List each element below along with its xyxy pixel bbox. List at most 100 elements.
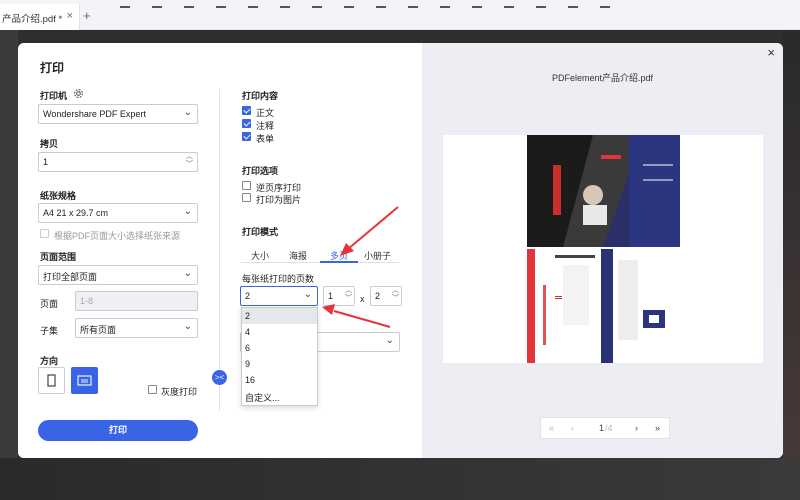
print-dialog: 打印 打印机 Wondershare PDF Expert ⌄ 拷贝 1 ︿ ﹀ … xyxy=(18,43,783,458)
toolbar-icons xyxy=(120,0,680,8)
chevron-down-icon: ⌄ xyxy=(183,206,192,217)
first-page-icon[interactable]: « xyxy=(549,423,554,433)
last-page-icon[interactable]: » xyxy=(655,423,660,433)
dialog-title: 打印 xyxy=(40,61,65,75)
background-document xyxy=(0,30,18,500)
page-range-value: 打印全部页面 xyxy=(43,272,98,282)
copies-value: 1 xyxy=(43,157,49,167)
app-tab-bar: 产品介绍.pdf * × + xyxy=(0,0,800,30)
preview-thumbnail-text: Ⅱ xyxy=(552,295,563,300)
toolbar-icon[interactable] xyxy=(536,4,546,8)
toolbar-icon[interactable] xyxy=(344,4,354,8)
close-icon[interactable]: × xyxy=(767,45,775,60)
pages-placeholder: 1-8 xyxy=(80,296,94,306)
printer-label: 打印机 xyxy=(40,91,68,101)
chevron-down-icon: ⌄ xyxy=(183,321,192,332)
dropdown-option[interactable]: 自定义... xyxy=(242,388,317,404)
toolbar-icon[interactable] xyxy=(184,4,194,8)
auto-paper-source-checkbox[interactable] xyxy=(40,229,49,238)
dropdown-option[interactable]: 16 xyxy=(242,372,317,388)
subset-label: 子集 xyxy=(40,326,59,336)
tab-close-icon[interactable]: × xyxy=(67,10,73,22)
print-settings-panel: 打印 打印机 Wondershare PDF Expert ⌄ 拷贝 1 ︿ ﹀ … xyxy=(18,43,422,458)
toolbar-icon[interactable] xyxy=(440,4,450,8)
reverse-order-checkbox[interactable] xyxy=(242,181,251,190)
toolbar-icon[interactable] xyxy=(248,4,258,8)
preview-page-thumbnails: Ⅱ xyxy=(527,135,680,363)
tab-poster[interactable]: 海报 xyxy=(289,249,307,262)
pages-per-sheet-value: 2 xyxy=(245,291,251,301)
toolbar-icon[interactable] xyxy=(568,4,578,8)
toolbar-icon[interactable] xyxy=(376,4,386,8)
print-content-label: 打印内容 xyxy=(242,91,279,101)
subset-value: 所有页面 xyxy=(80,325,117,335)
subset-select[interactable]: 所有页面 ⌄ xyxy=(75,318,198,338)
paper-size-select[interactable]: A4 21 x 29.7 cm ⌄ xyxy=(38,203,198,223)
print-body-checkbox[interactable] xyxy=(242,106,251,115)
toolbar-icon[interactable] xyxy=(600,4,610,8)
printer-select-value: Wondershare PDF Expert xyxy=(43,109,146,119)
preview-sheet: Ⅱ xyxy=(443,135,763,363)
preview-pager: « ‹ 1 /4 › » xyxy=(540,417,670,439)
current-page[interactable]: 1 xyxy=(599,423,604,433)
grayscale-label: 灰度打印 xyxy=(161,387,198,397)
printer-settings-gear-icon[interactable] xyxy=(73,88,84,99)
pages-input[interactable]: 1-8 xyxy=(75,291,198,311)
print-body-label: 正文 xyxy=(256,108,275,118)
chevron-down-icon: ⌄ xyxy=(303,289,312,300)
pages-per-sheet-label: 每张纸打印的页数 xyxy=(242,274,315,284)
annotation-arrow-up xyxy=(322,206,399,328)
paper-size-label: 纸张规格 xyxy=(40,191,77,201)
toolbar-icon[interactable] xyxy=(472,4,482,8)
print-annotations-checkbox[interactable] xyxy=(242,119,251,128)
toolbar-icon[interactable] xyxy=(504,4,514,8)
print-annotations-label: 注释 xyxy=(256,121,275,131)
toolbar-icon[interactable] xyxy=(120,4,130,8)
print-forms-label: 表单 xyxy=(256,134,275,144)
dropdown-option[interactable]: 6 xyxy=(242,340,317,356)
print-button[interactable]: 打印 xyxy=(38,420,198,441)
landscape-icon xyxy=(77,375,92,386)
dropdown-option[interactable]: 2 xyxy=(242,308,317,324)
print-preview-panel: × PDFelement产品介绍.pdf Ⅱ « ‹ 1 /4 › » xyxy=(422,43,783,458)
pages-per-sheet-dropdown: 2 4 6 9 16 自定义... xyxy=(241,307,318,406)
toolbar-icon[interactable] xyxy=(152,4,162,8)
chevron-down-icon: ⌄ xyxy=(183,268,192,279)
copies-spin-arrows[interactable]: ︿ ﹀ xyxy=(186,153,193,169)
toolbar-icon[interactable] xyxy=(216,4,226,8)
pages-per-sheet-select[interactable]: 2 ⌄ xyxy=(240,286,318,306)
grayscale-checkbox[interactable] xyxy=(148,385,157,394)
page-range-select[interactable]: 打印全部页面 ⌄ xyxy=(38,265,198,285)
next-page-icon[interactable]: › xyxy=(635,423,638,433)
tab-size[interactable]: 大小 xyxy=(251,249,269,262)
pages-label: 页面 xyxy=(40,299,59,309)
chevron-down-icon: ⌄ xyxy=(183,107,192,118)
collapse-panel-button[interactable]: >< xyxy=(212,370,227,385)
portrait-button[interactable] xyxy=(38,367,65,394)
print-as-image-checkbox[interactable] xyxy=(242,193,251,202)
auto-paper-source-label: 根据PDF页面大小选择纸张来源 xyxy=(54,231,181,241)
print-forms-checkbox[interactable] xyxy=(242,132,251,141)
background-document-right xyxy=(783,30,800,500)
prev-page-icon[interactable]: ‹ xyxy=(571,423,574,433)
portrait-icon xyxy=(47,374,56,387)
panel-divider xyxy=(219,89,220,411)
orientation-label: 方向 xyxy=(40,356,59,366)
add-tab-icon[interactable]: + xyxy=(83,8,91,23)
toolbar-icon[interactable] xyxy=(312,4,322,8)
chevron-down-icon: ⌄ xyxy=(385,335,394,346)
page-range-label: 页面范围 xyxy=(40,252,77,262)
print-options-label: 打印选项 xyxy=(242,166,279,176)
toolbar-icon[interactable] xyxy=(408,4,418,8)
dropdown-option[interactable]: 4 xyxy=(242,324,317,340)
copies-label: 拷贝 xyxy=(40,139,59,149)
copies-stepper[interactable]: 1 ︿ ﹀ xyxy=(38,152,198,172)
dropdown-option[interactable]: 9 xyxy=(242,356,317,372)
print-mode-label: 打印模式 xyxy=(242,227,279,237)
landscape-button[interactable] xyxy=(71,367,98,394)
printer-select[interactable]: Wondershare PDF Expert ⌄ xyxy=(38,104,198,124)
paper-size-value: A4 21 x 29.7 cm xyxy=(43,208,109,218)
toolbar-icon[interactable] xyxy=(280,4,290,8)
page-total: /4 xyxy=(605,423,613,433)
document-tab[interactable]: 产品介绍.pdf * × xyxy=(0,4,80,30)
